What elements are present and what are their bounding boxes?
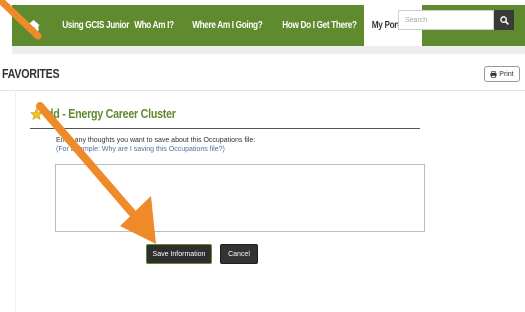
search-button[interactable] (494, 10, 514, 30)
section-title: dd - Energy Career Cluster (47, 106, 176, 121)
print-label: Print (499, 70, 514, 78)
subnav-strip (12, 46, 525, 54)
search-icon (499, 15, 509, 25)
header-divider (0, 90, 525, 91)
thoughts-example: (For Example: Why are I saving this Occu… (56, 146, 225, 153)
left-border (15, 90, 16, 312)
home-icon (26, 20, 40, 31)
section-header: dd - Energy Career Cluster (30, 106, 204, 121)
search-bar (398, 10, 514, 30)
section-divider (30, 128, 420, 129)
nav-where-am-i-going[interactable]: Where Am I Going? (184, 5, 263, 46)
printer-icon (490, 70, 497, 78)
page: Using GCIS Junior Who Am I? Where Am I G… (0, 0, 525, 312)
star-icon (30, 107, 43, 120)
cancel-button[interactable]: Cancel (220, 244, 258, 264)
save-information-button[interactable]: Save Information (146, 244, 212, 264)
thoughts-prompt: Enter any thoughts you want to save abou… (56, 137, 256, 144)
nav-using-gcis-junior[interactable]: Using GCIS Junior (54, 5, 129, 46)
print-button[interactable]: Print (484, 66, 520, 82)
home-button[interactable] (12, 5, 54, 46)
nav-who-am-i[interactable]: Who Am I? (126, 5, 174, 46)
thoughts-textarea[interactable] (55, 164, 425, 232)
page-title: FAVORITES (2, 66, 60, 81)
nav-how-do-i-get-there[interactable]: How Do I Get There? (274, 5, 357, 46)
search-input[interactable] (398, 10, 494, 30)
